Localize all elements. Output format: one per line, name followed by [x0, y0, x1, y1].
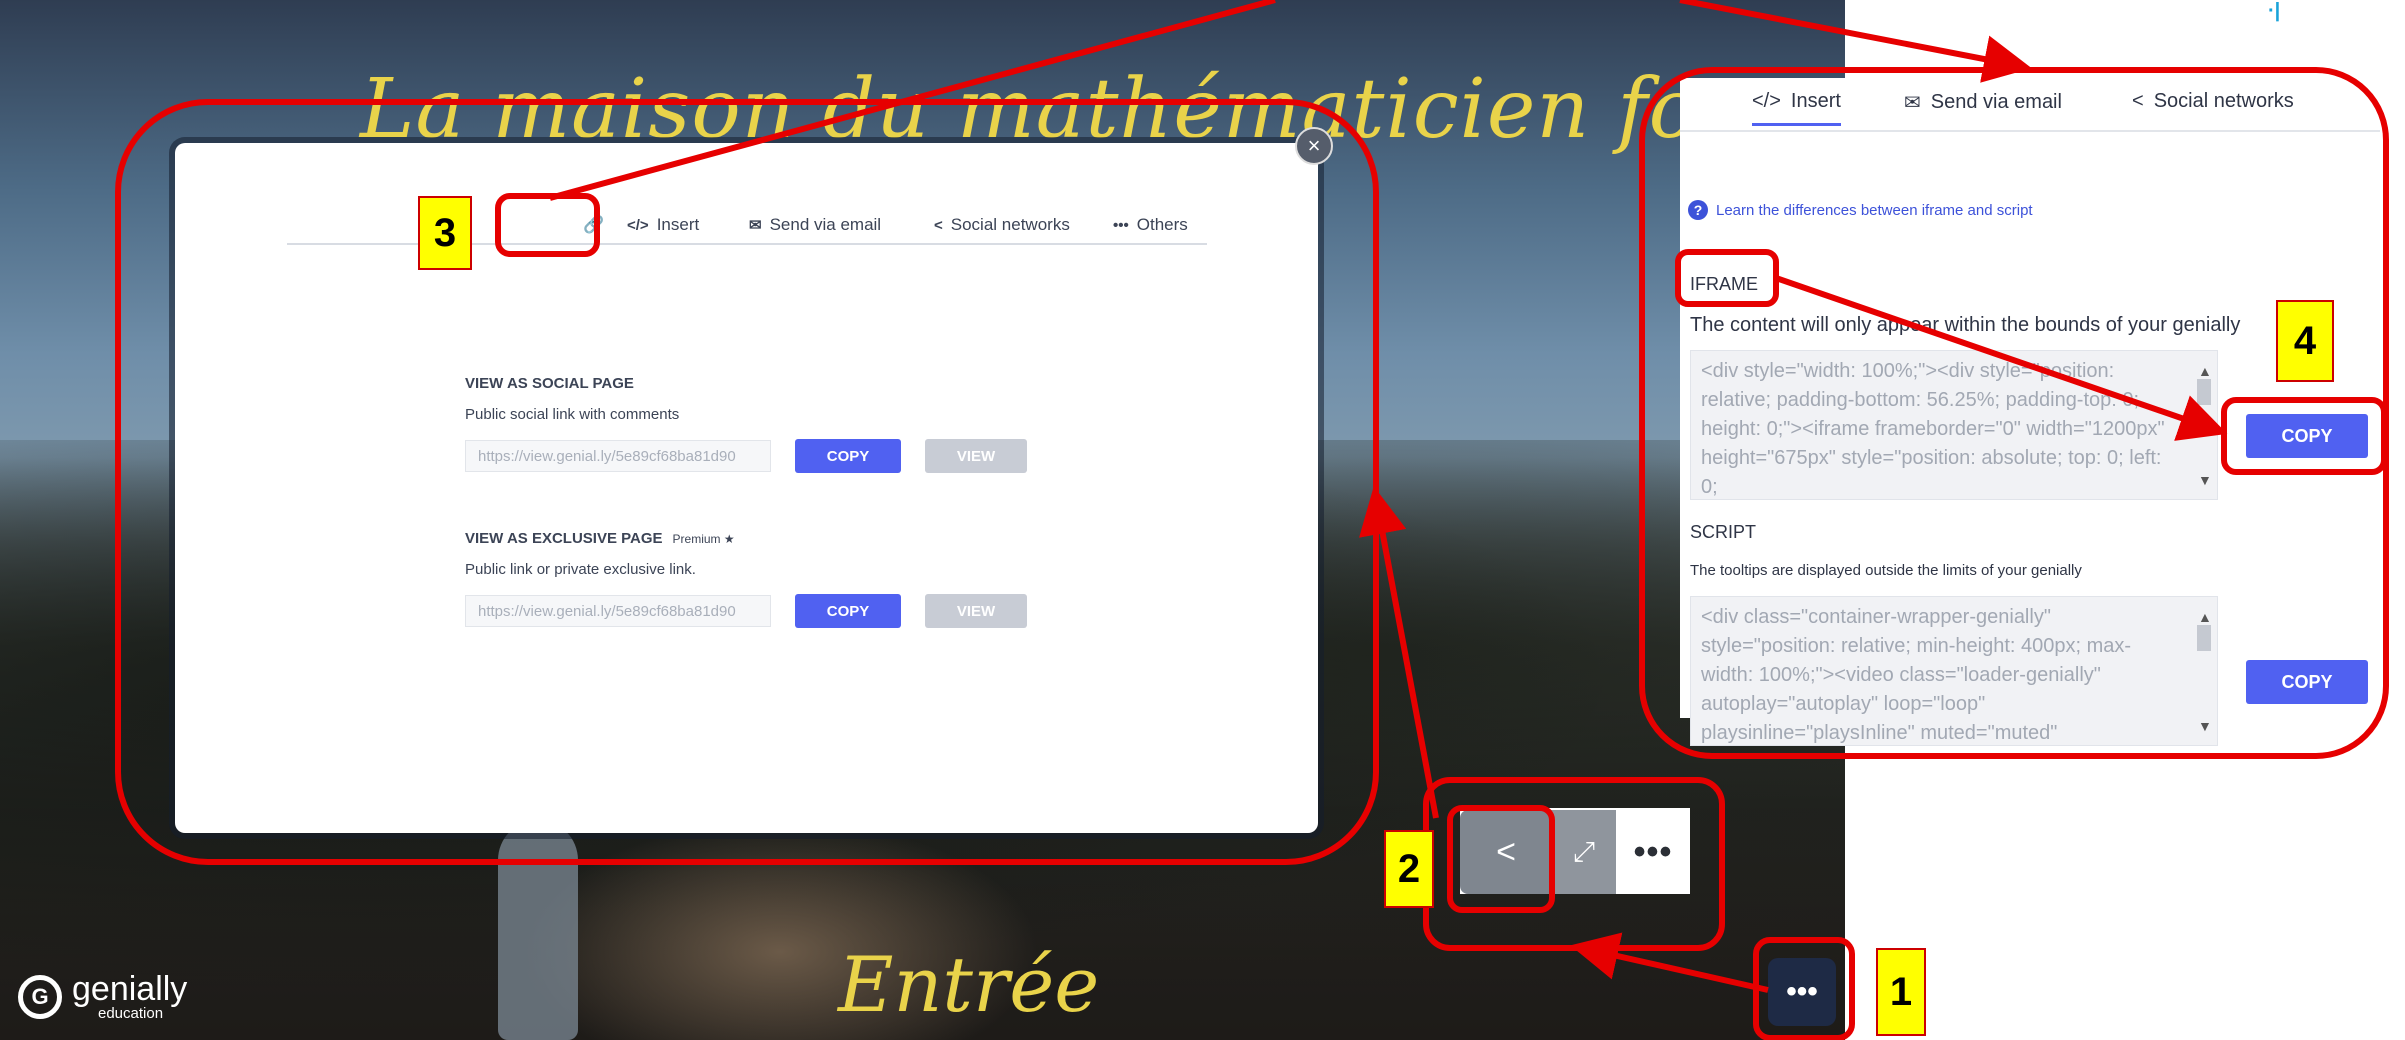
iframe-code-field[interactable]: <div style="width: 100%;"><div style="po…: [1690, 350, 2218, 500]
fullscreen-button[interactable]: ⤢: [1552, 810, 1616, 894]
share-icon: <: [2132, 90, 2144, 112]
script-code-field[interactable]: <div class="container-wrapper-genially" …: [1690, 596, 2218, 746]
social-page-desc: Public social link with comments: [465, 406, 680, 423]
code-icon: </>: [627, 216, 649, 234]
step-badge-3: 3: [418, 196, 472, 270]
toolbar-more-button[interactable]: •••: [1616, 810, 1690, 894]
share-modal: × 🔗 </> Insert ✉ Send via email < Social…: [175, 127, 1333, 833]
insert-panel: </> Insert ✉ Send via email < Social net…: [1680, 78, 2390, 746]
tab-label: Insert: [1790, 90, 1841, 112]
tab-label: Send via email: [1930, 91, 2062, 113]
exclusive-page-section: VIEW AS EXCLUSIVE PAGE Premium ★ Public …: [465, 530, 1027, 628]
social-page-url-field[interactable]: https://view.genial.ly/5e89cf68ba81d90: [465, 440, 771, 472]
exclusive-page-url-field[interactable]: https://view.genial.ly/5e89cf68ba81d90: [465, 595, 771, 627]
step-badge-2: 2: [1384, 830, 1434, 908]
iframe-label: IFRAME: [1690, 274, 1759, 294]
script-code-scrollbar[interactable]: ▲ ▼: [2195, 603, 2213, 741]
panel-tabs: </> Insert ✉ Send via email < Social net…: [1680, 78, 2380, 132]
exclusive-page-heading: VIEW AS EXCLUSIVE PAGE: [465, 530, 663, 547]
tab-label: Insert: [656, 215, 700, 234]
expand-icon: ⤢: [1572, 835, 1596, 867]
exclusive-page-view-button[interactable]: VIEW: [925, 594, 1027, 628]
person-silhouette: [498, 820, 578, 1040]
cropped-edge-glyph: ·|: [2268, 0, 2281, 22]
panel-tab-insert[interactable]: </> Insert: [1752, 90, 1841, 126]
script-label: SCRIPT: [1690, 522, 1757, 542]
iframe-code-text: <div style="width: 100%;"><div style="po…: [1701, 360, 2165, 498]
learn-differences-link[interactable]: ? Learn the differences between iframe a…: [1688, 200, 2033, 220]
tab-social-networks[interactable]: < Social networks: [934, 215, 1070, 235]
script-code-text: <div class="container-wrapper-genially" …: [1701, 606, 2132, 744]
help-icon: ?: [1688, 200, 1708, 220]
presentation-toolbar: < ⤢ •••: [1460, 808, 1690, 894]
mail-icon: ✉: [1904, 92, 1921, 114]
logo-name: genially: [72, 970, 188, 1008]
premium-badge: Premium ★: [672, 531, 735, 546]
social-page-section: VIEW AS SOCIAL PAGE Public social link w…: [465, 375, 1027, 473]
step-badge-4: 4: [2276, 300, 2334, 382]
script-desc: The tooltips are displayed outside the l…: [1690, 562, 2082, 579]
share-button[interactable]: <: [1460, 810, 1552, 894]
mail-icon: ✉: [749, 217, 762, 234]
tab-send-via-email[interactable]: ✉ Send via email: [749, 215, 881, 235]
share-icon: <: [1496, 832, 1516, 871]
iframe-copy-button[interactable]: COPY: [2246, 414, 2368, 458]
close-icon[interactable]: ×: [1295, 127, 1333, 165]
step-badge-1: 1: [1876, 948, 1926, 1036]
script-copy-button[interactable]: COPY: [2246, 660, 2368, 704]
logo-sub: education: [98, 1005, 164, 1022]
more-dots-icon: •••: [1113, 216, 1129, 234]
learn-link-text: Learn the differences between iframe and…: [1716, 201, 2033, 219]
open-menu-button[interactable]: •••: [1768, 958, 1836, 1026]
social-page-copy-button[interactable]: COPY: [795, 439, 901, 473]
more-dots-icon: •••: [1633, 832, 1673, 871]
exclusive-page-desc: Public link or private exclusive link.: [465, 561, 696, 578]
panel-tab-send-via-email[interactable]: ✉ Send via email: [1904, 90, 2062, 115]
code-icon: </>: [1752, 90, 1781, 112]
entrance-label[interactable]: Entrée: [838, 940, 1099, 1029]
panel-tab-social-networks[interactable]: < Social networks: [2132, 90, 2294, 113]
link-icon[interactable]: 🔗: [583, 215, 604, 235]
social-page-view-button[interactable]: VIEW: [925, 439, 1027, 473]
tab-label: Social networks: [950, 215, 1070, 234]
exclusive-page-copy-button[interactable]: COPY: [795, 594, 901, 628]
genially-logo[interactable]: G genially education: [18, 972, 187, 1021]
tab-label: Others: [1136, 215, 1188, 234]
iframe-code-scrollbar[interactable]: ▲ ▼: [2195, 357, 2213, 495]
tab-insert[interactable]: </> Insert: [627, 215, 699, 235]
genially-logo-icon: G: [18, 974, 62, 1019]
tab-others[interactable]: ••• Others: [1113, 215, 1188, 235]
social-page-heading: VIEW AS SOCIAL PAGE: [465, 375, 634, 392]
iframe-desc: The content will only appear within the …: [1690, 314, 2241, 336]
share-icon: <: [934, 216, 943, 234]
tab-label: Send via email: [769, 215, 882, 234]
tab-label: Social networks: [2153, 90, 2294, 112]
